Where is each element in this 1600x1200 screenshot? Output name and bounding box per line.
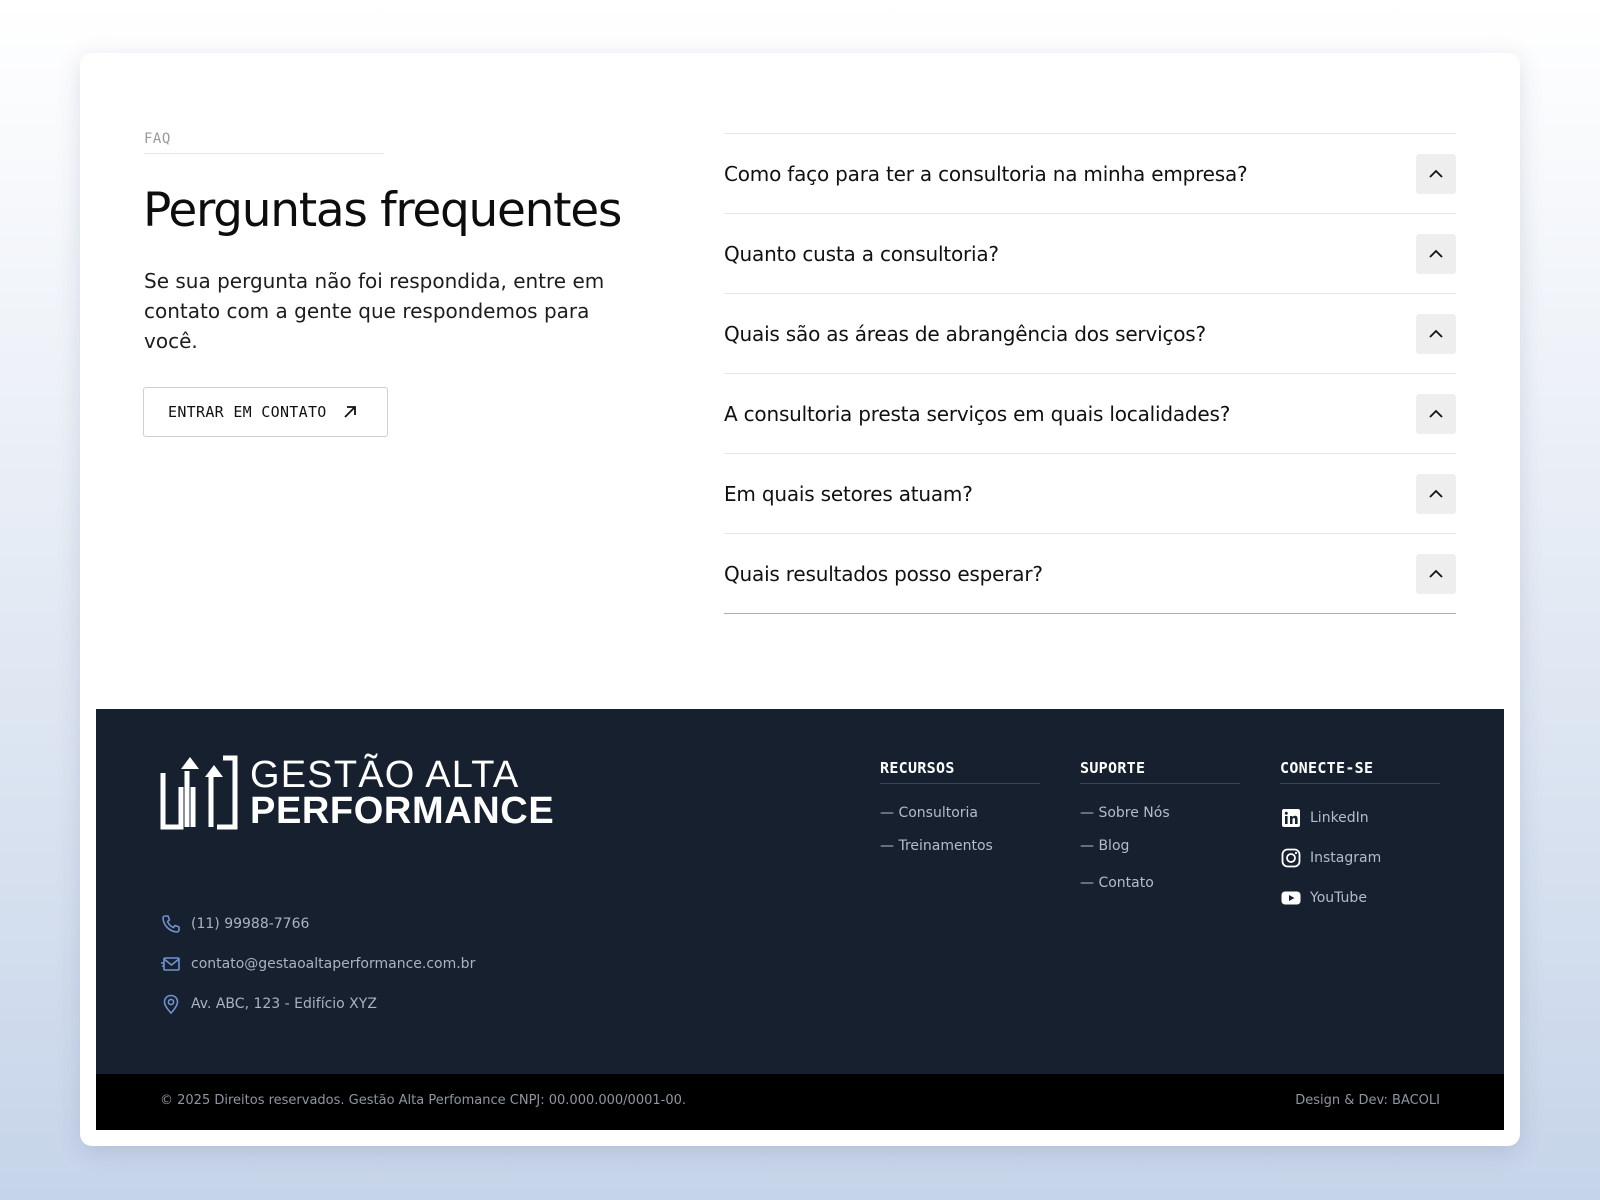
linkedin-icon [1280, 807, 1302, 829]
column-title: CONECTE-SE [1280, 759, 1440, 784]
faq-item[interactable]: Quais são as áreas de abrangência dos se… [724, 294, 1456, 374]
faq-question: Em quais setores atuam? [724, 481, 973, 506]
social-instagram[interactable]: Instagram [1280, 847, 1381, 869]
faq-description: Se sua pergunta não foi respondida, entr… [144, 269, 605, 353]
column-title: SUPORTE [1080, 759, 1240, 784]
arrow-up-right-icon [341, 403, 359, 421]
mail-icon [160, 953, 182, 975]
map-pin-icon [160, 993, 182, 1015]
faq-toggle-button[interactable] [1416, 233, 1456, 274]
phone-icon [160, 913, 182, 935]
youtube-icon [1280, 887, 1302, 909]
social-label: YouTube [1310, 890, 1367, 906]
cta-label: ENTRAR EM CONTATO [168, 403, 327, 421]
contact-email[interactable]: contato@gestaoaltaperformance.com.br [160, 953, 475, 975]
faq-toggle-button[interactable] [1416, 473, 1456, 514]
phone-text: (11) 99988-7766 [191, 916, 310, 932]
faq-toggle-button[interactable] [1416, 393, 1456, 434]
faq-card: FAQ Perguntas frequentes Se sua pergunta… [80, 53, 1520, 1146]
chevron-up-icon [1429, 569, 1443, 578]
faq-question: Quais resultados posso esperar? [724, 561, 1043, 586]
link-consultoria[interactable]: — Consultoria [880, 805, 978, 821]
email-text: contato@gestaoaltaperformance.com.br [191, 956, 476, 972]
instagram-icon [1280, 847, 1302, 869]
chevron-up-icon [1429, 249, 1443, 258]
link-contato[interactable]: — Contato [1080, 875, 1154, 891]
faq-question: A consultoria presta serviços em quais l… [724, 401, 1231, 426]
footer-bottom-bar: © 2025 Direitos reservados. Gestão Alta … [96, 1074, 1504, 1130]
faq-item[interactable]: Quais resultados posso esperar? [724, 534, 1456, 614]
chevron-up-icon [1429, 169, 1443, 178]
faq-question: Quanto custa a consultoria? [724, 241, 999, 266]
faq-toggle-button[interactable] [1416, 153, 1456, 194]
page-title: Perguntas frequentes [143, 183, 622, 238]
link-blog[interactable]: — Blog [1080, 838, 1129, 854]
brand-logo[interactable]: GESTÃO ALTA PERFORMANCE [160, 755, 554, 830]
footer-column-recursos: RECURSOS — Consultoria — Treinamentos [880, 759, 1040, 854]
faq-item[interactable]: Quanto custa a consultoria? [724, 214, 1456, 294]
contact-address[interactable]: Av. ABC, 123 - Edifício XYZ [160, 993, 377, 1015]
faq-question: Quais são as áreas de abrangência dos se… [724, 321, 1206, 346]
contact-cta-button[interactable]: ENTRAR EM CONTATO [143, 387, 388, 437]
faq-item[interactable]: Como faço para ter a consultoria na minh… [724, 134, 1456, 214]
social-linkedin[interactable]: LinkedIn [1280, 807, 1369, 829]
chevron-up-icon [1429, 329, 1443, 338]
faq-accordion: Como faço para ter a consultoria na minh… [724, 133, 1456, 614]
footer-column-conecte: CONECTE-SE LinkedIn Instagram YouTube [1280, 759, 1440, 906]
logo-mark-icon [160, 755, 238, 830]
chevron-up-icon [1429, 409, 1443, 418]
faq-eyebrow: FAQ [144, 131, 384, 154]
footer-column-suporte: SUPORTE — Sobre Nós — Blog — Contato [1080, 759, 1240, 891]
faq-toggle-button[interactable] [1416, 553, 1456, 594]
link-sobre-nos[interactable]: — Sobre Nós [1080, 805, 1170, 821]
address-text: Av. ABC, 123 - Edifício XYZ [191, 996, 377, 1012]
faq-question: Como faço para ter a consultoria na minh… [724, 161, 1248, 186]
contact-phone[interactable]: (11) 99988-7766 [160, 913, 309, 935]
credit-link[interactable]: Design & Dev: BACOLI [1295, 1093, 1440, 1108]
column-title: RECURSOS [880, 759, 1040, 784]
social-label: LinkedIn [1310, 810, 1369, 826]
footer: GESTÃO ALTA PERFORMANCE (11) 99988-7766 … [96, 709, 1504, 1130]
faq-toggle-button[interactable] [1416, 313, 1456, 354]
faq-item[interactable]: A consultoria presta serviços em quais l… [724, 374, 1456, 454]
copyright-text: © 2025 Direitos reservados. Gestão Alta … [160, 1093, 687, 1108]
link-treinamentos[interactable]: — Treinamentos [880, 838, 993, 854]
chevron-up-icon [1429, 489, 1443, 498]
social-youtube[interactable]: YouTube [1280, 887, 1367, 909]
social-label: Instagram [1310, 850, 1382, 866]
logo-line2: PERFORMANCE [250, 789, 555, 832]
logo-line1: GESTÃO ALTA [250, 753, 520, 796]
faq-item[interactable]: Em quais setores atuam? [724, 454, 1456, 534]
